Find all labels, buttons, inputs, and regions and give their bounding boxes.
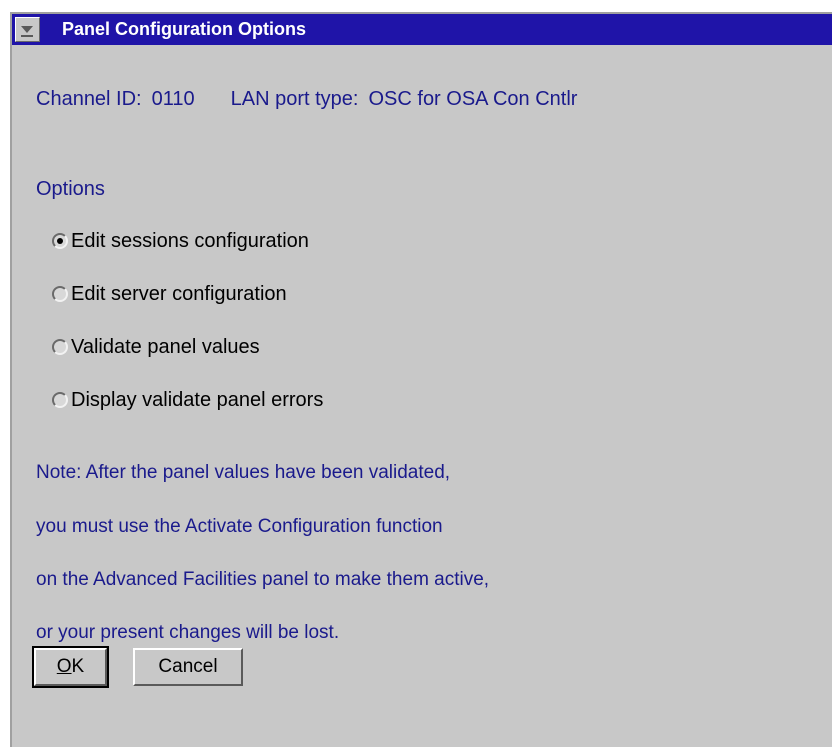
lan-port-type-value: OSC for OSA Con Cntlr [368, 88, 578, 110]
system-menu-icon[interactable] [15, 17, 40, 42]
note-line-3: on the Advanced Facilities panel to make… [36, 569, 490, 590]
radio-label: Display validate panel errors [71, 388, 324, 411]
window-title: Panel Configuration Options [62, 19, 306, 39]
cancel-button[interactable]: Cancel [133, 648, 243, 686]
panel-configuration-window: Panel Configuration Options Channel ID: 0… [10, 12, 832, 747]
note-line-2: you must use the Activate Configuration … [36, 516, 443, 537]
radio-edit-server-configuration[interactable]: Edit server configuration [52, 281, 287, 307]
note-line-4: or your present changes will be lost. [36, 622, 340, 643]
radio-label: Edit server configuration [71, 282, 287, 305]
radio-checked-icon[interactable] [52, 233, 68, 249]
channel-id-value: 0110 [151, 88, 195, 110]
channel-info-row: Channel ID: 0110 LAN port type: OSC for OSA… [36, 88, 587, 111]
lan-port-type-label: LAN port type: [230, 88, 359, 110]
radio-label: Edit sessions configuration [71, 229, 309, 252]
radio-unchecked-icon[interactable] [52, 286, 68, 302]
note-line-1: Note: After the panel values have been v… [36, 462, 451, 483]
radio-display-validate-panel-errors[interactable]: Display validate panel errors [52, 387, 323, 413]
radio-unchecked-icon[interactable] [52, 392, 68, 408]
chevron-down-icon [21, 26, 33, 33]
system-menu-bar-glyph [21, 35, 33, 37]
channel-id-label: Channel ID: [36, 88, 142, 110]
radio-unchecked-icon[interactable] [52, 339, 68, 355]
ok-mnemonic: O [56, 656, 72, 677]
radio-label: Validate panel values [71, 335, 260, 358]
title-bar[interactable]: Panel Configuration Options [12, 14, 832, 45]
ok-label-rest: K [71, 656, 85, 677]
radio-edit-sessions-configuration[interactable]: Edit sessions configuration [52, 228, 309, 254]
options-heading: Options [36, 178, 105, 200]
ok-button[interactable]: OK [34, 648, 107, 686]
radio-validate-panel-values[interactable]: Validate panel values [52, 334, 260, 360]
